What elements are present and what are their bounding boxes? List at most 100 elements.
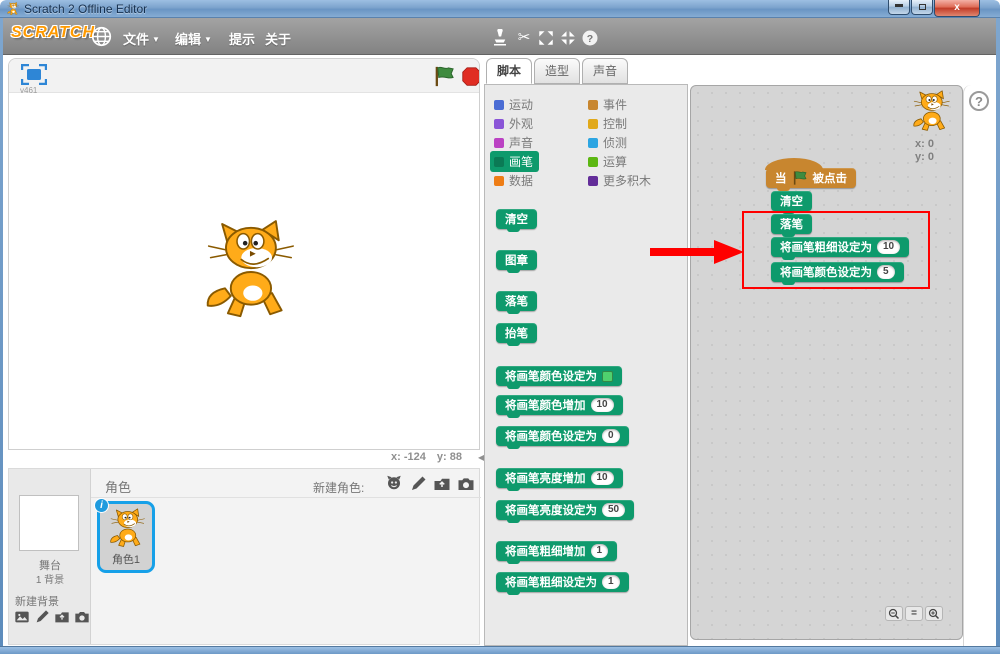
palette-block-clear[interactable]: 清空: [496, 209, 537, 232]
upload-backdrop-icon[interactable]: [54, 609, 70, 625]
zoom-reset-button[interactable]: =: [905, 606, 923, 621]
script-block-set-pen-color[interactable]: 将画笔颜色设定为 5: [771, 262, 904, 285]
menubar: SCRATCH 文件 ▼ 编辑 ▼ 提示 关于 ✂ ?: [3, 18, 996, 55]
category-motion[interactable]: 运动: [494, 96, 533, 113]
palette-block-set-pen-size[interactable]: 将画笔粗细设定为 1: [496, 572, 629, 595]
paint-sprite-icon[interactable]: [409, 475, 427, 493]
motion-color-square: [494, 99, 504, 110]
camera-sprite-icon[interactable]: [457, 475, 475, 493]
script-hat-when-flag-clicked[interactable]: 当 被点击: [765, 158, 856, 191]
window-frame-left: [0, 18, 3, 646]
script-area-sprite-thumb: [911, 90, 951, 134]
palette-block-change-pen-size[interactable]: 将画笔粗细增加 1: [496, 541, 618, 564]
mouse-x-readout: x: -124: [391, 451, 426, 463]
window-titlebar[interactable]: Scratch 2 Offline Editor x: [0, 0, 1000, 18]
maximize-button[interactable]: [911, 0, 933, 15]
category-data[interactable]: 数据: [494, 172, 533, 189]
value-input[interactable]: 1: [590, 544, 609, 558]
menu-file[interactable]: 文件 ▼: [123, 29, 160, 48]
mouse-y-readout: y: 88: [436, 451, 462, 463]
zoom-in-icon: [928, 608, 940, 620]
menu-tips[interactable]: 提示: [229, 29, 255, 48]
value-input[interactable]: 5: [877, 265, 895, 279]
minimize-icon: [895, 4, 903, 7]
script-block-clear[interactable]: 清空: [771, 191, 812, 214]
chevron-down-icon: ▼: [204, 35, 212, 44]
fullscreen-icon[interactable]: [21, 64, 47, 85]
camera-backdrop-icon[interactable]: [74, 609, 90, 625]
pen-color-square: [494, 156, 504, 167]
window-title: Scratch 2 Offline Editor: [24, 2, 148, 16]
palette-block-set-pen-color[interactable]: 将画笔颜色设定为 0: [496, 426, 629, 449]
sprite-thumbnail-selected[interactable]: i 角色1: [94, 498, 155, 573]
green-flag-button[interactable]: [433, 65, 456, 88]
script-block-pen-down[interactable]: 落笔: [771, 214, 812, 237]
language-globe-icon[interactable]: [91, 26, 112, 47]
stage-thumbnail[interactable]: [19, 495, 79, 551]
palette-block-pen-down[interactable]: 落笔: [496, 291, 537, 314]
palette-block-set-pen-color-swatch[interactable]: 将画笔颜色设定为: [496, 366, 622, 389]
value-input[interactable]: 1: [602, 575, 620, 589]
sprites-panel: 舞台 1 背景 新建背景 角色 新建角色: i 角色1: [8, 468, 481, 645]
backdrop-column: 舞台 1 背景 新建背景: [9, 469, 91, 644]
delete-scissors-icon[interactable]: ✂: [515, 29, 533, 47]
palette-block-stamp[interactable]: 图章: [496, 250, 537, 273]
category-events[interactable]: 事件: [588, 96, 627, 113]
menu-edit[interactable]: 编辑 ▼: [175, 29, 212, 48]
value-input[interactable]: 10: [877, 240, 901, 254]
category-more-blocks[interactable]: 更多积木: [588, 172, 651, 189]
menu-about[interactable]: 关于: [265, 29, 291, 48]
scratch-editor-window: Scratch 2 Offline Editor x SCRATCH 文件 ▼ 编…: [0, 0, 1000, 654]
tab-costumes[interactable]: 造型: [534, 58, 580, 84]
palette-block-change-pen-shade[interactable]: 将画笔亮度增加 10: [496, 468, 623, 491]
help-button[interactable]: ?: [969, 91, 989, 111]
sprite-x-readout: x: 0: [915, 138, 934, 150]
category-looks[interactable]: 外观: [494, 115, 533, 132]
more-blocks-color-square: [588, 175, 598, 186]
script-area[interactable]: x: 0 y: 0 当 被点击 清空 落笔 将画笔粗细设定为 10 将画笔颜色设定…: [690, 85, 963, 640]
paint-backdrop-icon[interactable]: [34, 609, 50, 625]
tab-scripts[interactable]: 脚本: [486, 58, 532, 84]
stage-backdrop-count: 1 背景: [35, 575, 65, 586]
sprite-info-badge[interactable]: i: [94, 498, 109, 513]
minimize-button[interactable]: [888, 0, 910, 15]
zoom-in-button[interactable]: [925, 606, 943, 621]
category-sensing[interactable]: 侦测: [588, 134, 627, 151]
stop-button[interactable]: [461, 66, 480, 87]
grow-sprite-icon[interactable]: [537, 29, 555, 47]
help-strip: ?: [963, 85, 996, 646]
script-block-set-pen-size[interactable]: 将画笔粗细设定为 10: [771, 237, 910, 260]
duplicate-stamp-icon[interactable]: [491, 29, 509, 47]
sprite-y-readout: y: 0: [915, 151, 934, 163]
category-operators[interactable]: 运算: [588, 153, 627, 170]
tab-sounds[interactable]: 声音: [582, 58, 628, 84]
category-sound[interactable]: 声音: [494, 134, 533, 151]
value-input[interactable]: 10: [590, 398, 614, 412]
value-input[interactable]: 0: [602, 429, 620, 443]
window-frame-bottom: [0, 646, 1000, 654]
category-control[interactable]: 控制: [588, 115, 627, 132]
sprite-library-icon[interactable]: [385, 475, 403, 493]
zoom-out-button[interactable]: [885, 606, 903, 621]
palette-block-set-pen-shade[interactable]: 将画笔亮度设定为 50: [496, 500, 635, 523]
scratch-logo[interactable]: SCRATCH: [11, 24, 95, 42]
shrink-sprite-icon[interactable]: [559, 29, 577, 47]
stage-cat-sprite[interactable]: [201, 219, 297, 325]
sprites-header-divider: [91, 497, 481, 498]
sound-color-square: [494, 137, 504, 148]
chevron-down-icon: ▼: [152, 35, 160, 44]
control-color-square: [588, 118, 598, 129]
value-input[interactable]: 50: [602, 503, 626, 517]
block-help-icon[interactable]: ?: [581, 29, 599, 47]
category-pen[interactable]: 画笔: [490, 151, 540, 172]
close-button[interactable]: x: [934, 0, 980, 17]
palette-block-pen-up[interactable]: 抬笔: [496, 323, 537, 346]
value-input[interactable]: 10: [590, 471, 614, 485]
backdrop-library-icon[interactable]: [14, 609, 30, 625]
green-flag-icon: [792, 170, 808, 186]
palette-block-change-pen-color[interactable]: 将画笔颜色增加 10: [496, 395, 623, 418]
upload-sprite-icon[interactable]: [433, 475, 451, 493]
svg-text:?: ?: [587, 33, 593, 45]
looks-color-square: [494, 118, 504, 129]
pen-color-swatch[interactable]: [602, 370, 613, 382]
